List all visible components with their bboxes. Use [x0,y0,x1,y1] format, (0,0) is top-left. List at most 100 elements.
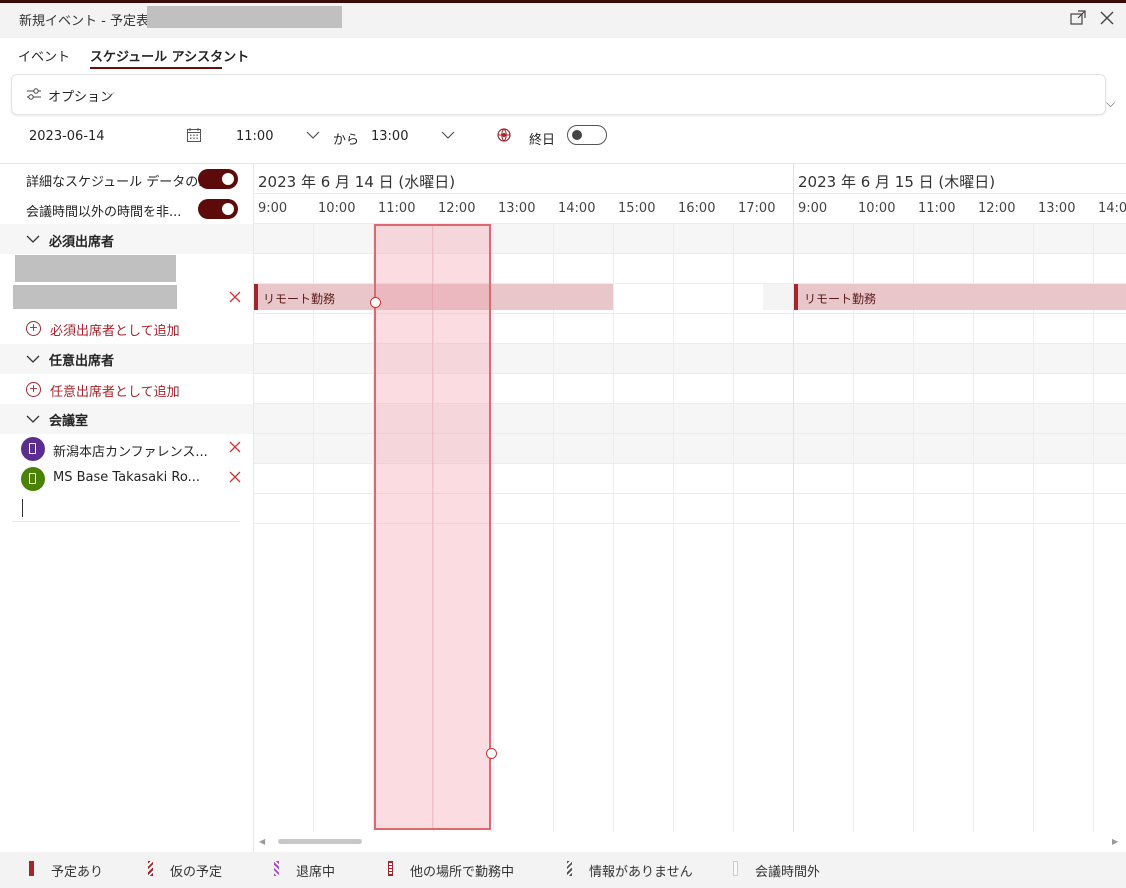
add-required-attendee-link[interactable]: 必須出席者として追加 [50,320,180,339]
close-icon[interactable] [1097,9,1117,29]
time-separator: から [333,133,360,148]
hour-label: 12:00 [978,201,1016,216]
busy-block-edge [254,284,258,310]
panel-expand-chevron-icon[interactable]: ⌵ [1106,96,1115,111]
detailed-schedule-toggle[interactable] [198,169,238,189]
legend-label: 他の場所で勤務中 [410,865,515,880]
hour-label: 9:00 [798,201,828,216]
busy-block-edge [794,284,798,310]
add-circle-icon[interactable]: + [26,382,41,397]
legend-label: 退席中 [296,865,336,880]
legend-label: 会議時間外 [755,865,821,880]
chevron-down-icon: ⌵ [107,88,115,99]
hour-label: 16:00 [678,201,716,216]
sliders-icon [26,86,42,102]
hour-label: 9:00 [258,201,288,216]
active-tab-indicator [90,67,222,69]
legend-label: 情報がありません [589,865,693,880]
hour-label: 13:00 [1038,201,1076,216]
horizontal-scrollbar[interactable] [254,836,1126,848]
collapse-rooms-chevron-icon[interactable] [26,412,40,426]
hour-label: 14:00 [1098,201,1126,216]
scroll-left-arrow-icon[interactable]: ◀ [259,837,265,846]
hour-column-line [733,224,734,832]
outside-hours-legend-swatch [733,861,738,876]
hour-column-line [613,224,614,832]
remove-attendee-close-icon[interactable] [228,290,242,304]
busy-legend-swatch [29,861,34,876]
away-legend-swatch [274,861,279,876]
hour-column-line [493,224,494,832]
all-day-toggle-knob [572,130,582,140]
date-field[interactable]: 2023-06-14 [29,129,105,144]
add-optional-attendee-link[interactable]: 任意出席者として追加 [50,381,180,400]
collapse-required-chevron-icon[interactable] [26,232,40,246]
close-icon-glyph [1100,11,1114,25]
busy-block-label: リモート勤務 [804,292,877,306]
hour-label: 12:00 [438,201,476,216]
grid-top-border [0,163,1126,164]
hour-column-line [673,224,674,832]
tab-event[interactable]: イベント [18,46,70,65]
outside-hours-block [763,284,793,310]
end-time-chevron-icon[interactable] [441,129,455,144]
collapse-optional-chevron-icon[interactable] [26,352,40,366]
hour-column-line [973,224,974,832]
room-door-icon [21,437,45,461]
hide-outside-hours-toggle[interactable] [198,199,238,219]
hour-label: 15:00 [618,201,656,216]
redacted-attendee[interactable] [13,285,177,309]
start-time-field[interactable]: 11:00 [236,129,273,144]
hide-outside-hours-label: 会議時間以外の時間を非... [26,205,182,220]
timezone-globe-icon[interactable] [496,127,512,147]
legend-label: 仮の予定 [170,865,223,880]
top-accent-strip [0,0,1126,3]
hour-column-line [1033,224,1034,832]
scrollbar-thumb[interactable] [278,839,362,844]
hour-label: 10:00 [858,201,896,216]
all-day-label: 終日 [529,133,556,148]
remove-room-close-icon[interactable] [228,470,242,484]
popout-icon-glyph [1070,10,1086,25]
add-circle-icon[interactable]: + [26,321,41,336]
selection-hour-divider [432,226,433,828]
options-label[interactable]: オプション [48,86,113,105]
hour-label: 17:00 [738,201,776,216]
toggle-knob [222,173,234,185]
legend-label: 予定あり [51,865,104,880]
popout-icon[interactable] [1068,9,1088,29]
tab-scheduling-assistant[interactable]: スケジュール アシスタント [90,46,249,65]
window-title: 新規イベント - 予定表 - [19,14,158,29]
hour-label: 14:00 [558,201,596,216]
hour-column-line [553,224,554,832]
hour-label: 11:00 [378,201,416,216]
working-elsewhere-legend-swatch [388,861,393,876]
room-door-icon [21,467,45,491]
add-room-input[interactable] [12,495,240,522]
busy-block-label: リモート勤務 [263,292,336,306]
remove-room-close-icon[interactable] [228,440,242,454]
room-name: 新潟本店カンファレンス... [53,445,208,460]
detailed-schedule-label: 詳細なスケジュール データの... [26,175,211,190]
scroll-right-arrow-icon[interactable]: ▶ [1112,837,1118,846]
start-time-chevron-icon[interactable] [306,129,320,144]
hour-column-line [313,224,314,832]
toggle-knob [222,203,234,215]
rooms-heading: 会議室 [49,414,89,429]
day-heading: 2023 年 6 月 15 日 (木曜日) [798,173,996,191]
hour-column-line [1093,224,1094,832]
pane-divider [253,164,254,852]
required-attendees-heading: 必須出席者 [49,235,115,250]
options-panel[interactable] [11,74,1106,115]
calendar-icon[interactable] [186,127,202,147]
day-heading: 2023 年 6 月 14 日 (水曜日) [258,173,456,191]
selection-start-handle[interactable] [370,297,381,308]
selection-end-handle[interactable] [486,748,497,759]
hour-label: 11:00 [918,201,956,216]
no-info-legend-swatch [567,861,572,876]
redacted-attendee [15,255,176,282]
grid-line [254,193,1126,194]
end-time-field[interactable]: 13:00 [371,129,408,144]
room-name: MS Base Takasaki Ro... [53,470,200,485]
legend-bar [0,852,1126,888]
